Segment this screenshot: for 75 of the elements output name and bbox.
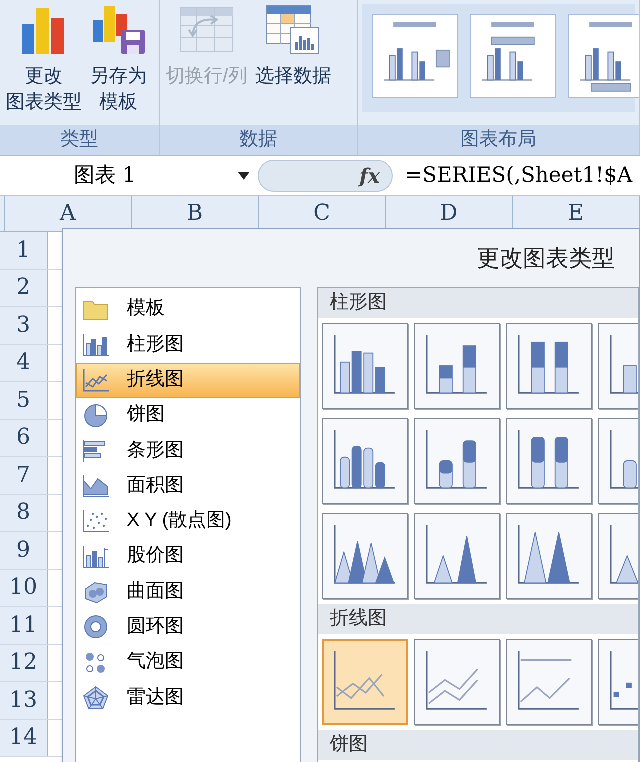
chart-category-item[interactable]: 模板: [76, 292, 300, 328]
insert-function-button[interactable]: fx: [359, 160, 380, 190]
chart-type-thumbnail[interactable]: [414, 323, 500, 409]
radar-chart-icon: [81, 684, 111, 711]
row-header[interactable]: 5: [0, 382, 48, 418]
row-header[interactable]: 13: [0, 682, 48, 718]
chart-category-item[interactable]: 面积图: [76, 468, 300, 504]
category-label: X Y (散点图): [127, 509, 232, 534]
category-label: 条形图: [127, 438, 184, 463]
row-header[interactable]: 11: [0, 607, 48, 644]
ribbon-button[interactable]: 更改 图表类型: [4, 4, 84, 125]
row-header[interactable]: 10: [0, 570, 48, 606]
chart-type-thumbnail[interactable]: [322, 418, 408, 504]
row-header[interactable]: 2: [0, 270, 48, 306]
row-header[interactable]: 7: [0, 457, 48, 494]
category-label: 曲面图: [127, 580, 184, 604]
chart-category-item[interactable]: X Y (散点图): [76, 504, 300, 540]
dropdown-caret-icon[interactable]: [238, 172, 250, 180]
chart-category-item[interactable]: 饼图: [76, 398, 300, 434]
row-header[interactable]: 12: [0, 644, 48, 681]
row-header[interactable]: 1: [0, 232, 48, 268]
gallery-section-header: 折线图: [318, 604, 638, 634]
ribbon-button[interactable]: 另存为 模板: [88, 4, 149, 125]
chart-type-thumbnail[interactable]: [414, 639, 500, 725]
chart-save-icon: [90, 4, 146, 56]
row-header[interactable]: 3: [0, 307, 48, 344]
category-label: 模板: [127, 297, 165, 322]
chart-type-thumbnail[interactable]: [322, 513, 408, 599]
gallery-section-header: 饼图: [318, 730, 638, 760]
table-chart-icon: [265, 4, 322, 56]
formula-field[interactable]: =SERIES(,Sheet1!$A: [393, 160, 640, 192]
area-chart-icon: [81, 473, 111, 500]
chart-type-thumbnail[interactable]: [506, 323, 592, 409]
chart-type-thumbnail[interactable]: [506, 513, 592, 599]
chart-category-item[interactable]: 柱形图: [76, 327, 300, 363]
chart-category-item[interactable]: 气泡图: [76, 644, 300, 680]
chart-category-item[interactable]: 曲面图: [76, 574, 300, 610]
chart-category-item[interactable]: 雷达图: [76, 680, 300, 716]
chart-type-thumbnail[interactable]: [414, 418, 500, 504]
category-label: 柱形图: [127, 332, 184, 357]
category-label: 气泡图: [127, 650, 184, 674]
name-box[interactable]: 图表 1: [0, 156, 258, 195]
chart-type-thumbnail[interactable]: [506, 639, 592, 725]
row-header[interactable]: 14: [0, 720, 48, 756]
row-header[interactable]: 4: [0, 344, 48, 381]
chart-category-item[interactable]: 圆环图: [76, 610, 300, 645]
group-label: 数据: [160, 125, 357, 155]
ribbon-button[interactable]: 选择数据: [253, 4, 334, 125]
group-label: 类型: [0, 125, 159, 155]
dialog-title: 更改图表类型: [476, 244, 616, 273]
chart-type-thumbnail[interactable]: [322, 323, 408, 409]
chart-category-item[interactable]: 条形图: [76, 433, 300, 468]
chart-layout-thumbnail[interactable]: [372, 14, 458, 98]
row-header[interactable]: 9: [0, 532, 48, 568]
category-label: 雷达图: [127, 686, 184, 710]
category-label: 股价图: [127, 544, 184, 568]
chart-layout-thumbnail[interactable]: [470, 14, 556, 98]
scatter-chart-icon: [81, 508, 111, 534]
category-label: 面积图: [127, 474, 184, 498]
column-chart-icon: [81, 332, 111, 358]
gallery-section-header: 柱形图: [318, 288, 638, 318]
chart-type-thumbnail[interactable]: [506, 418, 592, 504]
chart-category-item[interactable]: 股价图: [76, 539, 300, 574]
stock-chart-icon: [81, 544, 111, 570]
category-label: 饼图: [127, 403, 165, 428]
chart-type-thumbnail[interactable]: [414, 513, 500, 599]
line-chart-icon: [81, 367, 111, 394]
chart-type-thumbnail[interactable]: [322, 639, 408, 725]
row-header[interactable]: 8: [0, 494, 48, 531]
group-label: 图表布局: [358, 125, 639, 155]
chart-layout-thumbnail[interactable]: [568, 14, 639, 98]
chart-category-item[interactable]: 折线图: [76, 362, 300, 398]
category-label: 折线图: [127, 368, 184, 392]
category-label: 圆环图: [127, 615, 184, 640]
row-header[interactable]: 6: [0, 420, 48, 456]
